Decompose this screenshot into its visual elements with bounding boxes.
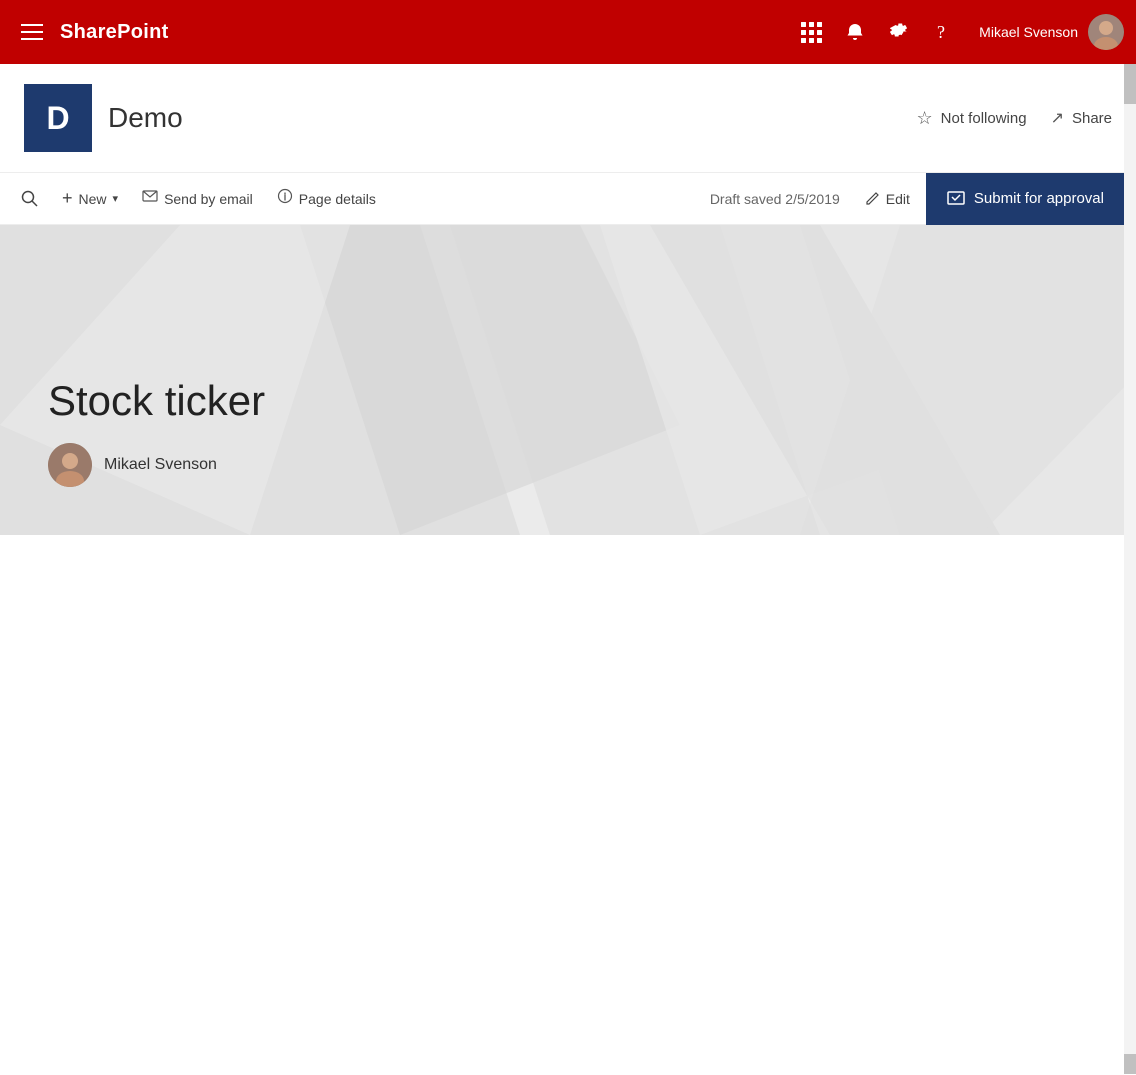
gear-icon-button[interactable] bbox=[879, 12, 919, 52]
user-menu[interactable]: Mikael Svenson bbox=[979, 14, 1124, 50]
new-label: New bbox=[79, 191, 107, 207]
content-area bbox=[0, 535, 1136, 1075]
toolbar: + New ▾ Send by email Page details Draft… bbox=[0, 173, 1136, 225]
share-button[interactable]: ↗ Share bbox=[1051, 108, 1112, 128]
hero-author: Mikael Svenson bbox=[48, 443, 265, 487]
bell-icon bbox=[845, 22, 865, 42]
user-name: Mikael Svenson bbox=[979, 24, 1078, 40]
page-details-icon bbox=[277, 188, 293, 209]
scrollbar-thumb-bottom[interactable] bbox=[1124, 1054, 1136, 1074]
edit-label: Edit bbox=[886, 191, 910, 207]
not-following-label: Not following bbox=[941, 110, 1027, 127]
help-icon-button[interactable]: ? bbox=[923, 12, 963, 52]
search-icon bbox=[21, 190, 39, 208]
page-details-button[interactable]: Page details bbox=[267, 182, 386, 215]
page-details-label: Page details bbox=[299, 191, 376, 207]
new-button[interactable]: + New ▾ bbox=[52, 182, 128, 215]
draft-status: Draft saved 2/5/2019 bbox=[710, 191, 840, 207]
hero-title: Stock ticker bbox=[48, 377, 265, 425]
submit-label: Submit for approval bbox=[974, 190, 1104, 207]
email-icon bbox=[142, 188, 158, 209]
not-following-button[interactable]: ☆ Not following bbox=[917, 108, 1027, 129]
scrollbar-thumb-top[interactable] bbox=[1124, 64, 1136, 104]
author-name: Mikael Svenson bbox=[104, 456, 217, 474]
waffle-icon-button[interactable] bbox=[791, 12, 831, 52]
help-icon: ? bbox=[933, 22, 953, 42]
plus-icon: + bbox=[62, 188, 73, 209]
bell-icon-button[interactable] bbox=[835, 12, 875, 52]
submit-approval-button[interactable]: Submit for approval bbox=[926, 173, 1124, 225]
site-header-actions: ☆ Not following ↗ Share bbox=[917, 108, 1112, 129]
send-email-label: Send by email bbox=[164, 191, 253, 207]
search-button[interactable] bbox=[12, 181, 48, 217]
site-logo-letter: D bbox=[46, 100, 69, 137]
nav-brand: SharePoint bbox=[60, 21, 169, 44]
send-email-button[interactable]: Send by email bbox=[132, 182, 263, 215]
avatar bbox=[1088, 14, 1124, 50]
share-icon: ↗ bbox=[1051, 108, 1064, 128]
site-logo: D bbox=[24, 84, 92, 152]
site-header: D Demo ☆ Not following ↗ Share bbox=[0, 64, 1136, 173]
waffle-icon bbox=[801, 22, 822, 43]
edit-button[interactable]: Edit bbox=[852, 185, 922, 213]
nav-icons: ? bbox=[791, 12, 963, 52]
hero-section: Stock ticker Mikael Svenson bbox=[0, 225, 1136, 535]
gear-icon bbox=[889, 22, 909, 42]
hero-content: Stock ticker Mikael Svenson bbox=[48, 377, 265, 487]
site-title: Demo bbox=[108, 102, 183, 134]
scrollbar-track[interactable] bbox=[1124, 64, 1136, 1074]
author-avatar bbox=[48, 443, 92, 487]
star-icon: ☆ bbox=[917, 108, 933, 129]
edit-icon bbox=[864, 191, 880, 207]
hamburger-button[interactable] bbox=[12, 12, 52, 52]
chevron-down-icon: ▾ bbox=[113, 192, 119, 205]
svg-text:?: ? bbox=[937, 22, 945, 42]
share-label: Share bbox=[1072, 110, 1112, 127]
top-nav: SharePoint ? Mikael Svenson bbox=[0, 0, 1136, 64]
submit-icon bbox=[946, 189, 966, 209]
